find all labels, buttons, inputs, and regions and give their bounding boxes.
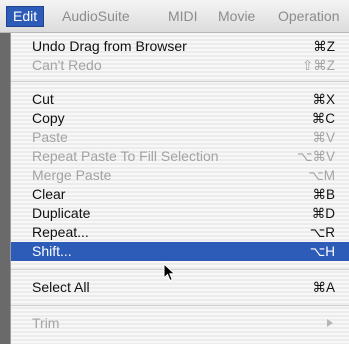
menu-item-repeat-paste-to-fill-selection: Repeat Paste To Fill Selection ⌥⌘V — [11, 147, 349, 166]
menu-item-label: Merge Paste — [32, 167, 112, 183]
menu-item-undo-drag-from-browser[interactable]: Undo Drag from Browser ⌘Z — [11, 37, 349, 56]
menubar-audiosuite[interactable]: AudioSuite — [56, 6, 136, 27]
menu-item-shift[interactable]: Shift... ⌥H — [11, 242, 349, 261]
menu-item-label: Duplicate — [32, 205, 91, 221]
menu-item-merge-paste: Merge Paste ⌥M — [11, 166, 349, 185]
menu-item-label: Clear — [32, 186, 66, 202]
menu-item-select-all[interactable]: Select All ⌘A — [11, 278, 349, 297]
menu-item-shortcut: ⌥M — [308, 168, 335, 183]
menu-bar: Edit AudioSuite MIDI Movie Operation — [0, 0, 349, 33]
menu-item-shortcut: ⌘C — [311, 111, 335, 126]
menu-item-shortcut: ⌘X — [312, 92, 335, 107]
menu-item-label: Cut — [32, 91, 54, 107]
menu-separator — [11, 305, 349, 306]
menu-item-label: Trim — [32, 315, 60, 331]
menubar-operation[interactable]: Operation — [272, 6, 345, 27]
menu-item-paste: Paste ⌘V — [11, 128, 349, 147]
menu-item-cant-redo: Can't Redo ⇧⌘Z — [11, 56, 349, 75]
menu-item-label: Shift... — [32, 243, 72, 259]
menu-item-clear[interactable]: Clear ⌘B — [11, 185, 349, 204]
menu-item-repeat[interactable]: Repeat... ⌥R — [11, 223, 349, 242]
menu-separator — [11, 81, 349, 82]
menu-item-copy[interactable]: Copy ⌘C — [11, 109, 349, 128]
menu-item-label: Repeat... — [32, 224, 89, 240]
menu-item-duplicate[interactable]: Duplicate ⌘D — [11, 204, 349, 223]
menu-item-label: Select All — [32, 279, 90, 295]
menu-item-label: Repeat Paste To Fill Selection — [32, 148, 219, 164]
menu-separator — [11, 269, 349, 270]
menu-item-label: Can't Redo — [32, 57, 102, 73]
menu-item-trim: Trim — [11, 314, 349, 333]
menubar-movie[interactable]: Movie — [212, 6, 261, 27]
menu-item-shortcut: ⌘A — [312, 280, 335, 295]
menu-item-shortcut: ⌘D — [311, 206, 335, 221]
menu-item-label: Undo Drag from Browser — [32, 38, 187, 54]
menu-item-shortcut: ⌥H — [309, 244, 335, 259]
menu-item-shortcut: ⌘V — [312, 130, 335, 145]
menu-item-label: Paste — [32, 129, 68, 145]
menubar-midi[interactable]: MIDI — [162, 6, 204, 27]
menubar-edit[interactable]: Edit — [6, 6, 45, 27]
edit-menu-dropdown: Undo Drag from Browser ⌘Z Can't Redo ⇧⌘Z… — [10, 33, 349, 344]
menu-item-shortcut: ⌘Z — [313, 39, 335, 54]
submenu-arrow-icon — [327, 319, 333, 327]
menu-item-shortcut: ⌥R — [309, 225, 335, 240]
menu-item-cut[interactable]: Cut ⌘X — [11, 90, 349, 109]
mouse-pointer-icon — [163, 263, 176, 282]
menu-item-shortcut: ⌘B — [312, 187, 335, 202]
menu-item-shortcut: ⇧⌘Z — [301, 58, 335, 73]
menu-item-shortcut: ⌥⌘V — [296, 149, 335, 164]
menu-item-label: Copy — [32, 110, 65, 126]
